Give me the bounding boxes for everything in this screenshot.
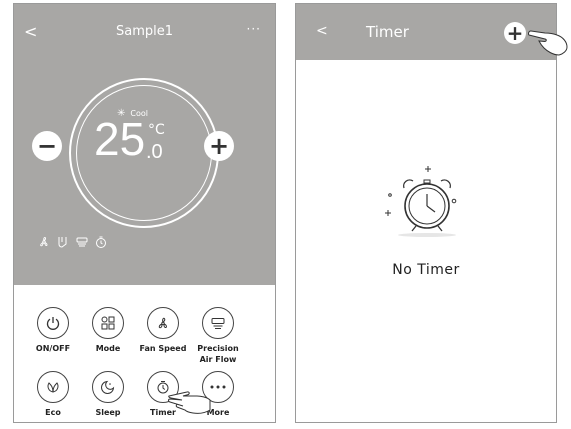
alarm-clock-icon [385, 166, 457, 237]
swing-icon [58, 237, 67, 248]
eco-control[interactable]: Eco [28, 371, 78, 419]
precision-airflow-label: Precision Air Flow [197, 344, 239, 364]
precision-airflow-control[interactable]: Precision Air Flow [193, 307, 243, 366]
increase-temp-button[interactable]: + [204, 131, 234, 161]
ac-control-screen: < Sample1 ··· ✳ Cool 25 °C .0 − + ON/OFF … [13, 3, 276, 423]
decrease-temp-button[interactable]: − [32, 131, 62, 161]
sleep-icon[interactable] [92, 371, 124, 403]
fan-speed-control[interactable]: Fan Speed [138, 307, 188, 355]
temperature-unit: °C [148, 122, 165, 138]
sleep-label: Sleep [95, 408, 121, 417]
empty-state-text: No Timer [392, 262, 460, 278]
timer-screen: < Timer + No Timer [295, 3, 557, 423]
timer-icon [96, 236, 106, 248]
back-button[interactable]: < [316, 23, 328, 39]
mode-icon[interactable] [92, 307, 124, 339]
pointing-hand-icon [528, 30, 568, 56]
device-title: Sample1 [115, 24, 173, 39]
temperature-decimal: .0 [146, 141, 163, 163]
sleep-control[interactable]: Sleep [83, 371, 133, 419]
fan-icon[interactable] [147, 307, 179, 339]
airflow-icon [76, 237, 88, 247]
page-title: Timer [366, 23, 409, 41]
thermostat-panel: < Sample1 ··· ✳ Cool 25 °C .0 − + [14, 4, 275, 285]
fan-icon [40, 236, 48, 247]
pointing-hand-icon [168, 391, 211, 414]
onoff-control[interactable]: ON/OFF [28, 307, 78, 355]
airflow-icon[interactable] [202, 307, 234, 339]
fan-speed-label: Fan Speed [139, 344, 187, 353]
more-menu-button[interactable]: ··· [247, 22, 261, 36]
mode-label: Mode [95, 344, 121, 353]
eco-label: Eco [45, 408, 61, 417]
power-icon[interactable] [37, 307, 69, 339]
onoff-label: ON/OFF [35, 344, 71, 353]
eco-leaf-icon[interactable] [37, 371, 69, 403]
temperature-value: 25 [94, 113, 146, 165]
status-icon-row [38, 235, 107, 249]
timer-header: < Timer + [296, 4, 556, 60]
add-timer-button[interactable]: + [504, 22, 526, 44]
mode-control[interactable]: Mode [83, 307, 133, 355]
